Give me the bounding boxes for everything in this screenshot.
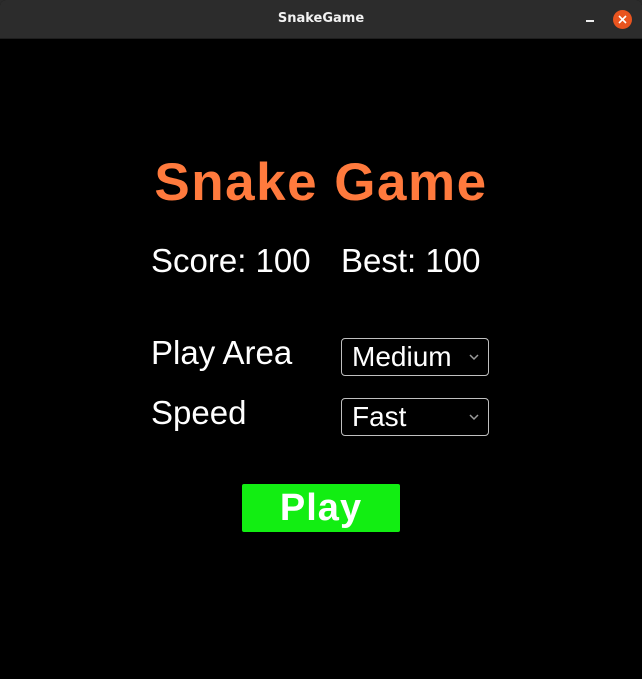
close-icon[interactable] (613, 10, 632, 29)
score-text: Score: 100 (151, 242, 311, 279)
speed-select[interactable]: Fast (341, 398, 489, 436)
play-area-label: Play Area (151, 334, 293, 371)
play-button-label: Play (279, 487, 363, 529)
title-bar[interactable]: SnakeGame (0, 0, 642, 39)
close-x-glyph (618, 15, 627, 24)
window-title: SnakeGame (277, 11, 365, 26)
game-menu-panel: Snake Game Score: 100 Best: 100 Play Are… (0, 39, 642, 679)
chevron-down-icon (469, 354, 479, 361)
speed-label: Speed (151, 394, 247, 431)
speed-selected-value: Fast (352, 401, 407, 432)
app-window: SnakeGame Snake Game Score: 100 Best: 10… (0, 0, 642, 679)
play-area-selected-value: Medium (352, 341, 452, 372)
game-title: Snake Game (154, 153, 488, 212)
best-score-text: Best: 100 (341, 242, 481, 279)
chevron-down-icon (469, 414, 479, 421)
minimize-icon[interactable] (581, 10, 599, 28)
play-area-select[interactable]: Medium (341, 338, 489, 376)
play-button[interactable]: Play (242, 484, 400, 532)
